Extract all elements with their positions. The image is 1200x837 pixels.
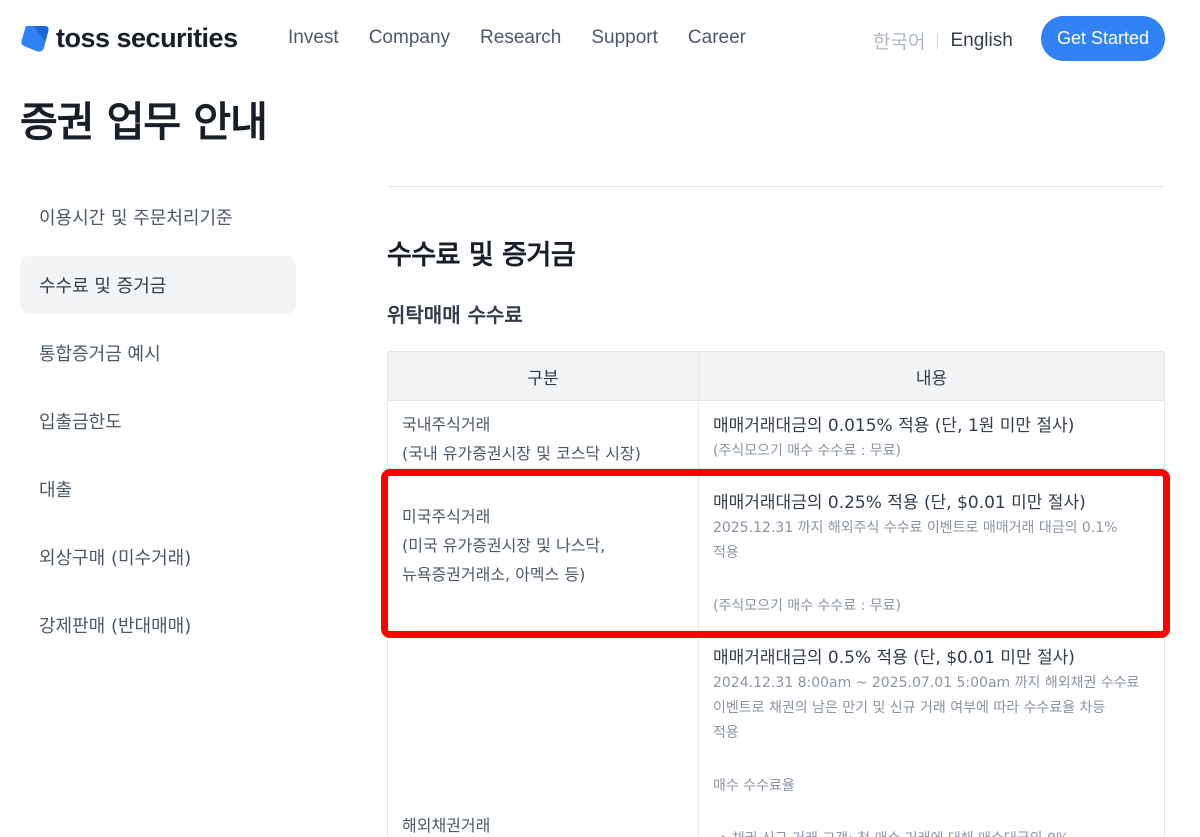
fee-table: 구분 내용 국내주식거래 (국내 유가증권시장 및 코스닥 시장) 매매거래대금… bbox=[387, 351, 1165, 837]
sidebar-item-margin-example[interactable]: 통합증거금 예시 bbox=[20, 324, 296, 382]
nav-support[interactable]: Support bbox=[591, 27, 658, 49]
sidebar-item-fees[interactable]: 수수료 및 증거금 bbox=[20, 256, 296, 314]
fee-note: (주식모으기 매수 수수료 : 무료) bbox=[713, 598, 902, 614]
row-content: 매매거래대금의 0.015% 적용 (단, 1원 미만 절사) (주식모으기 매… bbox=[699, 401, 1164, 468]
fee-note: 이벤트로 채권의 남은 만기 및 신규 거래 여부에 따라 수수료율 차등 bbox=[713, 700, 1106, 716]
sidebar-item-forced-sale[interactable]: 강제판매 (반대매매) bbox=[20, 596, 296, 654]
category-desc: (국내 유가증권시장 및 코스닥 시장) bbox=[402, 444, 641, 463]
table-row: 해외채권거래 매매거래대금의 0.5% 적용 (단, $0.01 미만 절사) … bbox=[388, 635, 1164, 837]
nav-career[interactable]: Career bbox=[688, 27, 746, 49]
sub-title: 위탁매매 수수료 bbox=[387, 303, 523, 327]
fee-note: 매수 수수료율 bbox=[713, 778, 795, 794]
sidebar-item-loan[interactable]: 대출 bbox=[20, 460, 296, 518]
logo[interactable]: toss securities bbox=[20, 22, 238, 54]
logo-text: toss securities bbox=[56, 22, 238, 53]
nav-invest[interactable]: Invest bbox=[288, 27, 339, 49]
sidebar-item-limits[interactable]: 입출금한도 bbox=[20, 392, 296, 450]
nav-research[interactable]: Research bbox=[480, 27, 561, 49]
category-desc: (미국 유가증권시장 및 나스닥, bbox=[402, 536, 606, 555]
fee-text: 매매거래대금의 0.5% 적용 (단, $0.01 미만 절사) bbox=[713, 648, 1075, 668]
page-title: 증권 업무 안내 bbox=[20, 98, 268, 146]
main-nav: Invest Company Research Support Career bbox=[288, 27, 746, 49]
fee-note: 2024.12.31 8:00am ~ 2025.07.01 5:00am 까지… bbox=[713, 675, 1140, 691]
lang-korean[interactable]: 한국어 bbox=[873, 27, 925, 54]
fee-text: 매매거래대금의 0.25% 적용 (단, $0.01 미만 절사) bbox=[713, 493, 1086, 513]
fee-note: (주식모으기 매수 수수료 : 무료) bbox=[713, 443, 902, 459]
table-row: 국내주식거래 (국내 유가증권시장 및 코스닥 시장) 매매거래대금의 0.01… bbox=[388, 401, 1164, 469]
row-content: 매매거래대금의 0.25% 적용 (단, $0.01 미만 절사) 2025.1… bbox=[699, 469, 1164, 634]
site-header: toss securities Invest Company Research … bbox=[0, 0, 1200, 78]
lang-divider bbox=[937, 32, 939, 49]
sidebar-item-hours[interactable]: 이용시간 및 주문처리기준 bbox=[20, 188, 296, 246]
row-content: 매매거래대금의 0.5% 적용 (단, $0.01 미만 절사) 2024.12… bbox=[699, 635, 1164, 837]
content-divider bbox=[387, 186, 1165, 187]
category-desc: 뉴욕증권거래소, 아멕스 등) bbox=[402, 565, 586, 584]
category-name: 미국주식거래 bbox=[402, 507, 491, 526]
lang-english[interactable]: English bbox=[950, 30, 1012, 52]
header-category: 구분 bbox=[388, 352, 699, 400]
row-category: 미국주식거래 (미국 유가증권시장 및 나스닥, 뉴욕증권거래소, 아멕스 등) bbox=[388, 469, 699, 634]
sidebar: 이용시간 및 주문처리기준 수수료 및 증거금 통합증거금 예시 입출금한도 대… bbox=[20, 188, 296, 664]
sidebar-item-credit[interactable]: 외상구매 (미수거래) bbox=[20, 528, 296, 586]
section-title: 수수료 및 증거금 bbox=[387, 240, 576, 271]
row-category: 해외채권거래 bbox=[388, 635, 699, 837]
category-name: 국내주식거래 bbox=[402, 415, 491, 434]
table-header: 구분 내용 bbox=[388, 351, 1164, 401]
toss-logo-icon bbox=[21, 26, 49, 52]
fee-text: 매매거래대금의 0.015% 적용 (단, 1원 미만 절사) bbox=[713, 416, 1075, 436]
nav-company[interactable]: Company bbox=[369, 27, 450, 49]
fee-note: 적용 bbox=[713, 725, 739, 741]
header-content: 내용 bbox=[915, 368, 948, 389]
table-row: 미국주식거래 (미국 유가증권시장 및 나스닥, 뉴욕증권거래소, 아멕스 등)… bbox=[388, 469, 1164, 635]
fee-note: 적용 bbox=[713, 545, 739, 561]
row-category: 국내주식거래 (국내 유가증권시장 및 코스닥 시장) bbox=[388, 401, 699, 468]
category-name: 해외채권거래 bbox=[402, 816, 491, 835]
language-switcher: 한국어 English bbox=[873, 27, 1013, 54]
get-started-button[interactable]: Get Started bbox=[1041, 16, 1165, 61]
fee-note: 2025.12.31 까지 해외주식 수수료 이벤트로 매매거래 대금의 0.1… bbox=[713, 520, 1118, 536]
fee-note: • 채권 신규 거래 고객: 첫 매수 거래에 대해 매수대금의 0% bbox=[713, 827, 1150, 837]
